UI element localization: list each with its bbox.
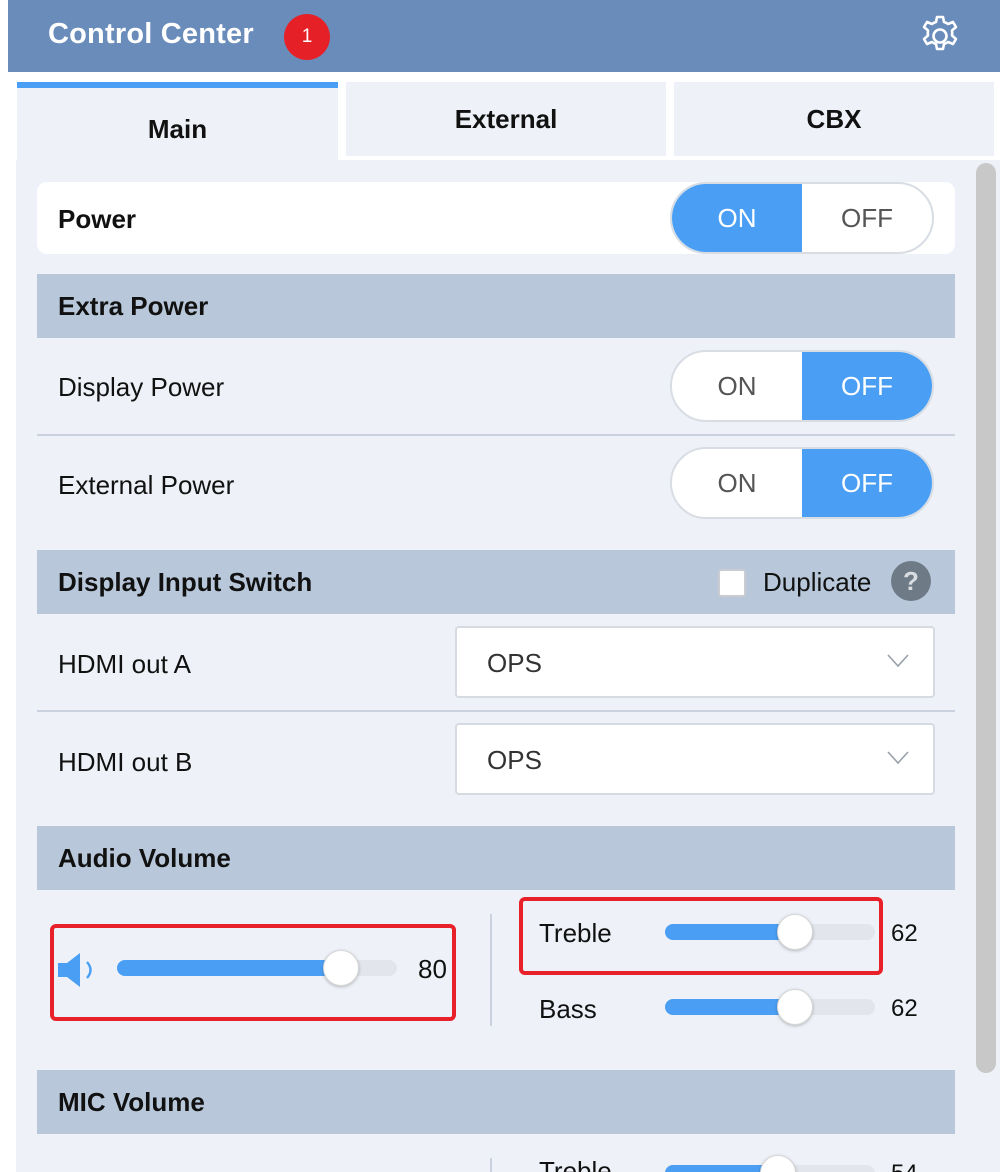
display-power-toggle: ON OFF [670,350,934,422]
app-title: Control Center [48,18,254,50]
mic-treble-value: 54 [891,1160,918,1172]
treble-value: 62 [891,920,918,947]
mic-treble-slider[interactable] [665,1155,875,1172]
power-label: Power [58,204,137,234]
audio-volume-header: Audio Volume [37,826,955,890]
power-off-button[interactable]: OFF [802,184,932,252]
bass-label: Bass [539,994,597,1024]
external-power-row: External Power ON OFF [37,436,955,532]
hdmi-out-a-select[interactable]: OPS [455,626,935,698]
bass-slider[interactable] [665,989,875,1025]
control-center-window: Control Center 1 Main External CBX Power… [8,0,1000,1172]
display-power-label: Display Power [58,372,225,402]
hdmi-out-a-row: HDMI out A OPS [37,614,955,710]
external-power-on-button[interactable]: ON [672,449,802,517]
duplicate-label: Duplicate [763,567,872,597]
tab-main[interactable]: Main [17,82,338,162]
tab-external[interactable]: External [346,82,666,156]
bass-value: 62 [891,995,918,1022]
display-input-header: Display Input Switch Duplicate ? [37,550,955,614]
scrollbar[interactable] [976,163,996,1073]
chevron-down-icon [887,654,909,668]
bass-slider-thumb[interactable] [777,989,814,1025]
display-power-row: Display Power ON OFF [37,338,955,434]
external-power-label: External Power [58,470,235,500]
vertical-divider [490,1158,492,1172]
power-on-button[interactable]: ON [672,184,802,252]
annotation-box-volume [50,924,456,1021]
power-toggle: ON OFF [670,182,934,254]
hdmi-out-b-value: OPS [487,745,542,775]
external-power-off-button[interactable]: OFF [802,449,932,517]
annotation-box-treble [519,897,883,975]
gear-icon[interactable] [918,14,962,58]
external-power-toggle: ON OFF [670,447,934,519]
chevron-down-icon [887,751,909,765]
notification-badge[interactable]: 1 [284,14,330,60]
hdmi-out-a-label: HDMI out A [58,649,191,679]
display-power-on-button[interactable]: ON [672,352,802,420]
tab-cbx[interactable]: CBX [674,82,994,156]
hdmi-out-a-value: OPS [487,648,542,678]
duplicate-checkbox[interactable] [718,569,746,597]
extra-power-header: Extra Power [37,274,955,338]
tab-bar: Main External CBX [8,72,1000,162]
hdmi-out-b-row: HDMI out B OPS [37,712,955,808]
mic-treble-label: Treble [539,1156,612,1172]
help-icon[interactable]: ? [891,561,931,601]
power-card: Power ON OFF [37,182,955,254]
mic-volume-header: MIC Volume [37,1070,955,1134]
title-bar: Control Center 1 [8,0,1000,72]
vertical-divider [490,914,492,1026]
display-power-off-button[interactable]: OFF [802,352,932,420]
bass-slider-fill [665,999,796,1015]
hdmi-out-b-select[interactable]: OPS [455,723,935,795]
display-input-title: Display Input Switch [58,566,313,597]
hdmi-out-b-label: HDMI out B [58,747,193,777]
